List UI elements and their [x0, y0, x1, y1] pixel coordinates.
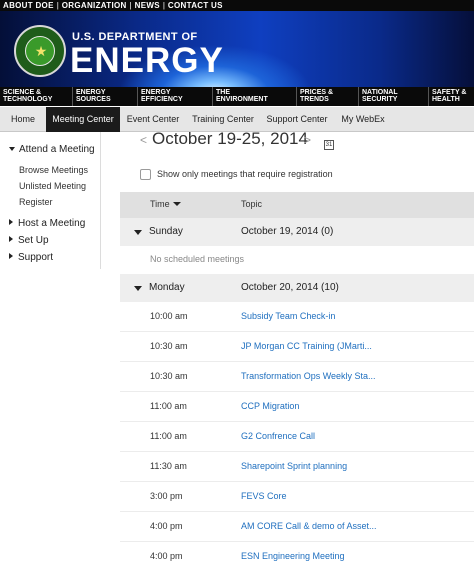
site-banner: ★ U.S. DEPARTMENT OF ENERGY: [0, 11, 474, 87]
meeting-time: 11:00 am: [150, 401, 187, 411]
meeting-time: 4:00 pm: [150, 521, 183, 531]
expand-arrow-icon: [134, 286, 142, 291]
tab-my-webex[interactable]: My WebEx: [334, 107, 392, 132]
expand-arrow-icon: [9, 147, 15, 151]
meeting-time: 10:30 am: [150, 371, 188, 381]
meeting-list-panel: < October 19-25, 2014 > 31 Show only mee…: [120, 132, 474, 564]
sidebar-item-label: Attend a Meeting: [19, 144, 95, 155]
sidebar-attend-meeting[interactable]: Attend a Meeting: [9, 144, 95, 155]
table-row: 10:30 am JP Morgan CC Training (JMarti..…: [120, 332, 474, 362]
sidebar-item-label: Host a Meeting: [18, 218, 86, 229]
utility-link-news[interactable]: NEWS: [135, 1, 160, 10]
sidebar-support[interactable]: Support: [9, 252, 53, 263]
column-header-topic[interactable]: Topic: [241, 199, 262, 209]
sidebar-unlisted-meeting[interactable]: Unlisted Meeting: [19, 181, 86, 191]
banner-energy-title[interactable]: ENERGY: [70, 43, 224, 79]
week-navigator: < October 19-25, 2014 > 31: [120, 132, 474, 152]
day-date: October 19, 2014 (0): [241, 226, 334, 237]
table-row: 10:00 am Subsidy Team Check-in: [120, 302, 474, 332]
table-header: Time Topic: [120, 192, 474, 218]
meeting-topic-link[interactable]: AM CORE Call & demo of Asset...: [241, 521, 377, 531]
table-row: 10:30 am Transformation Ops Weekly Sta..…: [120, 362, 474, 392]
category-safety-health[interactable]: SAFETY & HEALTH: [428, 87, 474, 106]
expand-arrow-icon: [134, 230, 142, 235]
category-science-technology[interactable]: SCIENCE & TECHNOLOGY: [0, 87, 72, 106]
day-group-monday[interactable]: Monday October 20, 2014 (10): [120, 274, 474, 302]
category-the-environment[interactable]: THE ENVIRONMENT: [212, 87, 296, 106]
webex-tab-bar: Home Meeting Center Event Center Trainin…: [0, 107, 474, 132]
table-row: 4:00 pm AM CORE Call & demo of Asset...: [120, 512, 474, 542]
meeting-topic-link[interactable]: FEVS Core: [241, 491, 287, 501]
meeting-topic-link[interactable]: Subsidy Team Check-in: [241, 311, 335, 321]
category-nav: SCIENCE & TECHNOLOGY ENERGY SOURCES ENER…: [0, 87, 474, 106]
meeting-topic-link[interactable]: JP Morgan CC Training (JMarti...: [241, 341, 372, 351]
meeting-topic-link[interactable]: G2 Confrence Call: [241, 431, 315, 441]
utility-separator: |: [129, 1, 132, 10]
day-date: October 20, 2014 (10): [241, 282, 339, 293]
registration-filter-checkbox[interactable]: [140, 168, 151, 180]
tab-support-center[interactable]: Support Center: [260, 107, 334, 132]
category-energy-sources[interactable]: ENERGY SOURCES: [72, 87, 137, 106]
column-header-time[interactable]: Time: [150, 199, 181, 209]
meeting-topic-link[interactable]: Sharepoint Sprint planning: [241, 461, 347, 471]
sidebar-set-up[interactable]: Set Up: [9, 235, 49, 246]
category-energy-efficiency[interactable]: ENERGY EFFICIENCY: [137, 87, 212, 106]
meeting-time: 10:00 am: [150, 311, 188, 321]
doe-seal-logo[interactable]: ★: [14, 25, 66, 77]
meeting-time: 10:30 am: [150, 341, 188, 351]
collapse-arrow-icon: [9, 236, 13, 242]
meeting-center-sidebar: Attend a Meeting Browse Meetings Unliste…: [0, 132, 101, 269]
table-row: 11:30 am Sharepoint Sprint planning: [120, 452, 474, 482]
category-national-security[interactable]: NATIONAL SECURITY: [358, 87, 428, 106]
previous-week-arrow-icon[interactable]: <: [140, 133, 147, 147]
no-meetings-row: No scheduled meetings: [120, 246, 474, 274]
no-meetings-text: No scheduled meetings: [150, 254, 245, 264]
registration-filter[interactable]: Show only meetings that require registra…: [140, 167, 333, 181]
collapse-arrow-icon: [9, 253, 13, 259]
utility-link-about-doe[interactable]: ABOUT DOE: [3, 1, 54, 10]
meeting-topic-link[interactable]: Transformation Ops Weekly Sta...: [241, 371, 376, 381]
tab-home[interactable]: Home: [0, 107, 46, 132]
collapse-arrow-icon: [9, 219, 13, 225]
meeting-topic-link[interactable]: CCP Migration: [241, 401, 299, 411]
day-group-sunday[interactable]: Sunday October 19, 2014 (0): [120, 218, 474, 246]
day-name: Sunday: [149, 226, 183, 237]
meeting-topic-link[interactable]: ESN Engineering Meeting: [241, 551, 345, 561]
meeting-time: 11:30 am: [150, 461, 187, 471]
sidebar-browse-meetings[interactable]: Browse Meetings: [19, 165, 88, 175]
day-name: Monday: [149, 282, 185, 293]
utility-separator: |: [162, 1, 165, 10]
meeting-time: 4:00 pm: [150, 551, 183, 561]
calendar-icon[interactable]: 31: [324, 140, 334, 150]
tab-meeting-center[interactable]: Meeting Center: [46, 107, 120, 132]
table-row: 11:00 am CCP Migration: [120, 392, 474, 422]
utility-separator: |: [56, 1, 59, 10]
meeting-time: 3:00 pm: [150, 491, 183, 501]
column-header-label: Time: [150, 199, 170, 209]
utility-nav: ABOUT DOE | ORGANIZATION | NEWS | CONTAC…: [0, 0, 474, 11]
registration-filter-label: Show only meetings that require registra…: [157, 169, 333, 179]
category-prices-trends[interactable]: PRICES & TRENDS: [296, 87, 358, 106]
next-week-arrow-icon[interactable]: >: [304, 133, 311, 147]
sidebar-item-label: Support: [18, 252, 54, 263]
tab-training-center[interactable]: Training Center: [186, 107, 260, 132]
utility-link-organization[interactable]: ORGANIZATION: [62, 1, 127, 10]
meeting-time: 11:00 am: [150, 431, 187, 441]
table-row: 3:00 pm FEVS Core: [120, 482, 474, 512]
table-row: 11:00 am G2 Confrence Call: [120, 422, 474, 452]
tab-event-center[interactable]: Event Center: [120, 107, 186, 132]
sidebar-host-meeting[interactable]: Host a Meeting: [9, 218, 85, 229]
sidebar-register[interactable]: Register: [19, 197, 53, 207]
week-range-title: October 19-25, 2014: [152, 132, 308, 148]
sidebar-item-label: Set Up: [18, 235, 49, 246]
table-row: 4:00 pm ESN Engineering Meeting: [120, 542, 474, 564]
sort-descending-icon: [172, 202, 181, 206]
utility-link-contact-us[interactable]: CONTACT US: [168, 1, 223, 10]
